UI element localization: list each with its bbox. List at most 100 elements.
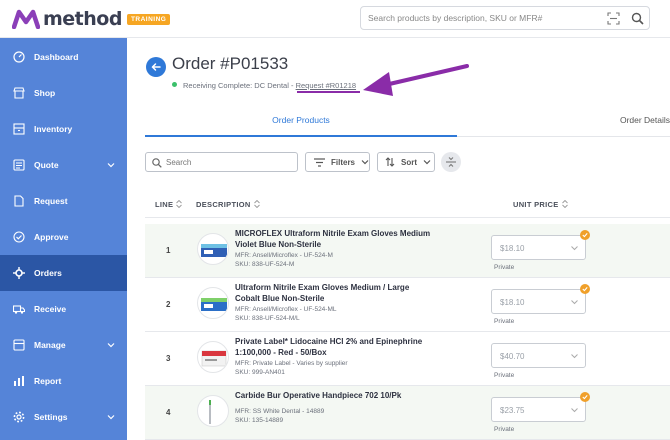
- column-header-unit-price[interactable]: UNIT PRICE: [513, 199, 568, 209]
- dashboard-icon: [13, 51, 25, 63]
- receive-icon: [13, 305, 25, 314]
- sidebar-item-orders[interactable]: Orders: [0, 255, 127, 291]
- line-number: 1: [166, 246, 171, 255]
- product-search-input[interactable]: [368, 7, 593, 29]
- chevron-down-icon: [571, 300, 578, 305]
- chevron-down-icon: [571, 354, 578, 359]
- product-image[interactable]: [197, 341, 229, 373]
- check-icon: [582, 395, 588, 400]
- product-name[interactable]: Ultraform Nitrile Exam Gloves Medium / L…: [235, 283, 435, 304]
- sidebar: Dashboard Shop Inventory Quote Request A…: [0, 38, 127, 440]
- product-sku: SKU: 135-14889: [235, 417, 284, 424]
- chevron-down-icon: [571, 408, 578, 413]
- price-override-badge[interactable]: [580, 230, 590, 240]
- glove-box-icon: [201, 298, 227, 311]
- unit-price-value: $18.10: [500, 244, 525, 253]
- status-dot: [172, 82, 177, 87]
- product-name[interactable]: Private Label* Lidocaine HCl 2% and Epin…: [235, 337, 435, 358]
- sidebar-item-quote[interactable]: Quote: [0, 147, 127, 183]
- logo[interactable]: method TRAINING: [12, 8, 171, 30]
- price-type: Private: [494, 264, 515, 271]
- order-tabs: Order Products Order Details: [145, 104, 670, 137]
- inventory-icon: [13, 123, 25, 135]
- settings-icon: [13, 411, 25, 423]
- table-row: 2 Ultraform Nitrile Exam Gloves Medium /…: [145, 278, 670, 332]
- unit-price-select[interactable]: $23.75: [491, 397, 586, 422]
- tab-order-products[interactable]: Order Products: [145, 104, 457, 137]
- sort-arrows-icon: [253, 199, 260, 209]
- status-separator: -: [290, 81, 294, 90]
- chevron-down-icon: [361, 160, 369, 165]
- check-icon: [582, 287, 588, 292]
- price-override-badge[interactable]: [580, 284, 590, 294]
- page-title: Order #P01533: [172, 54, 289, 73]
- request-link[interactable]: Request #R01218: [296, 81, 356, 90]
- search-icon: [152, 158, 162, 168]
- price-override-badge[interactable]: [580, 392, 590, 402]
- annotation-arrow-icon: [363, 64, 469, 96]
- unit-price-select[interactable]: $18.10: [491, 235, 586, 260]
- column-header-label: DESCRIPTION: [196, 200, 251, 209]
- product-image[interactable]: [197, 287, 229, 319]
- product-search-box[interactable]: [360, 6, 650, 30]
- barcode-scan-icon[interactable]: [607, 12, 620, 25]
- product-sku: SKU: 838-UF-524-M/L: [235, 315, 300, 322]
- order-search-input[interactable]: [166, 155, 291, 170]
- sidebar-item-manage[interactable]: Manage: [0, 327, 127, 363]
- product-name[interactable]: Carbide Bur Operative Handpiece 702 10/P…: [235, 391, 435, 402]
- sort-arrows-icon: [561, 199, 568, 209]
- sidebar-item-shop[interactable]: Shop: [0, 75, 127, 111]
- status-text: Receiving Complete: DC Dental: [183, 81, 289, 90]
- column-header-label: LINE: [155, 200, 174, 209]
- sidebar-item-label: Orders: [34, 268, 62, 278]
- table-row: 4 Carbide Bur Operative Handpiece 702 10…: [145, 386, 670, 440]
- tab-order-details[interactable]: Order Details: [595, 104, 670, 137]
- unit-price-select[interactable]: $40.70: [491, 343, 586, 368]
- sidebar-item-dashboard[interactable]: Dashboard: [0, 39, 127, 75]
- orders-icon: [13, 267, 25, 279]
- filter-icon: [314, 157, 325, 167]
- sidebar-item-request[interactable]: Request: [0, 183, 127, 219]
- collapse-rows-button[interactable]: [441, 152, 461, 172]
- method-logo-icon: [12, 9, 40, 29]
- annotation-underline: [297, 91, 360, 93]
- app-name: method: [43, 8, 122, 30]
- price-type: Private: [494, 372, 515, 379]
- sidebar-item-label: Report: [34, 376, 62, 386]
- sidebar-item-label: Manage: [34, 340, 66, 350]
- report-icon: [14, 376, 24, 386]
- check-icon: [582, 233, 588, 238]
- column-header-label: UNIT PRICE: [513, 200, 559, 209]
- back-button[interactable]: [146, 57, 166, 77]
- chevron-down-icon: [571, 246, 578, 251]
- table-header: LINE DESCRIPTION UNIT PRICE: [145, 190, 670, 218]
- sidebar-item-settings[interactable]: Settings: [0, 399, 127, 435]
- sidebar-item-receive[interactable]: Receive: [0, 291, 127, 327]
- product-mfr: MFR: Ansell/Microflex - UF-524-ML: [235, 306, 337, 313]
- column-header-line[interactable]: LINE: [155, 199, 183, 209]
- line-number: 3: [166, 354, 171, 363]
- sidebar-item-approve[interactable]: Approve: [0, 219, 127, 255]
- manage-icon: [13, 339, 25, 351]
- unit-price-value: $23.75: [500, 406, 525, 415]
- sidebar-item-label: Inventory: [34, 124, 73, 134]
- product-name[interactable]: MICROFLEX Ultraform Nitrile Exam Gloves …: [235, 229, 435, 250]
- sort-button[interactable]: Sort: [377, 152, 435, 172]
- search-icon[interactable]: [631, 12, 644, 25]
- sidebar-item-report[interactable]: Report: [0, 363, 127, 399]
- product-sku: SKU: 999-AN401: [235, 369, 285, 376]
- request-icon: [14, 195, 24, 207]
- unit-price-select[interactable]: $18.10: [491, 289, 586, 314]
- product-image[interactable]: [197, 395, 229, 427]
- sort-icon: [385, 157, 395, 167]
- product-image[interactable]: [197, 233, 229, 265]
- sidebar-item-inventory[interactable]: Inventory: [0, 111, 127, 147]
- filters-label: Filters: [331, 157, 356, 167]
- sidebar-item-label: Approve: [34, 232, 69, 242]
- column-header-description[interactable]: DESCRIPTION: [196, 199, 260, 209]
- line-number: 4: [166, 408, 171, 417]
- filters-button[interactable]: Filters: [305, 152, 370, 172]
- order-search-box[interactable]: [145, 152, 298, 172]
- product-mfr: MFR: Ansell/Microflex - UF-524-M: [235, 252, 333, 259]
- collapse-icon: [446, 157, 456, 167]
